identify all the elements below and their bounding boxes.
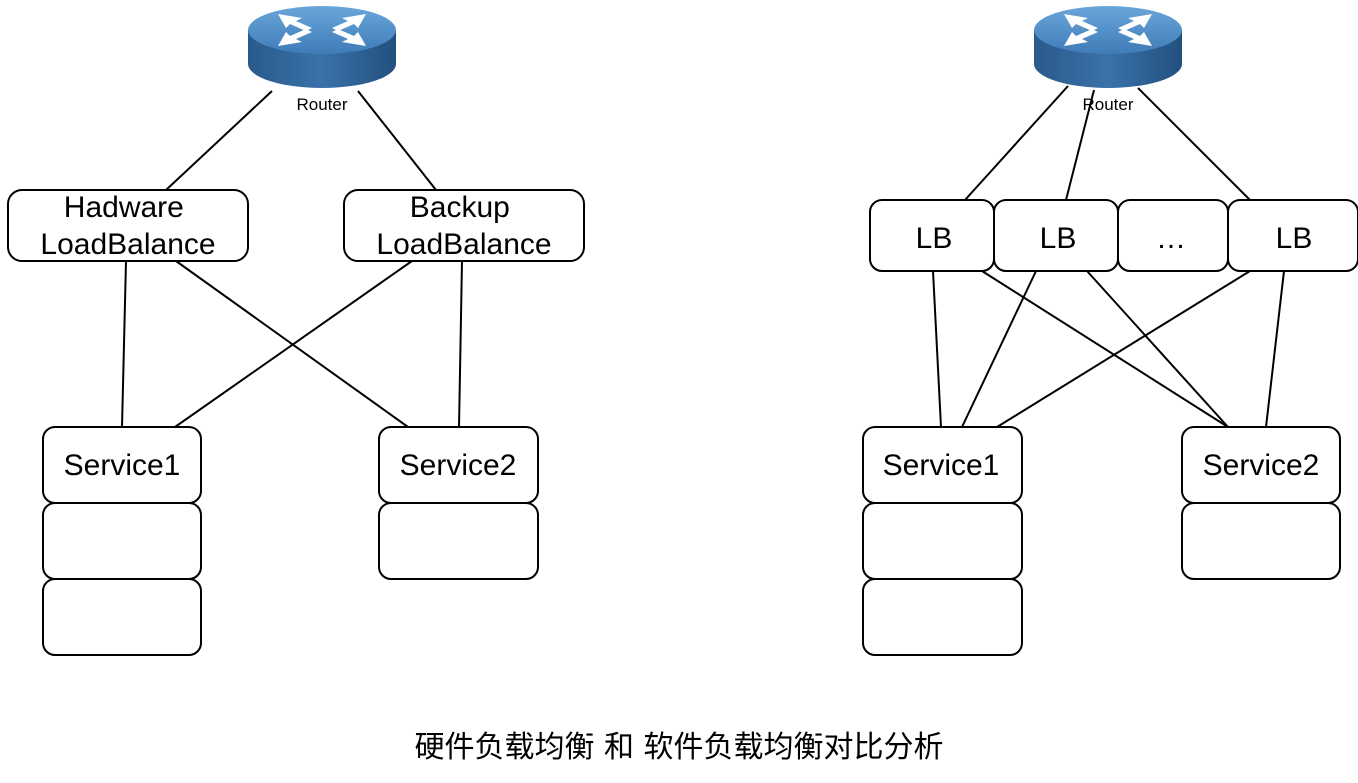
- link-lb1-service2: [981, 270, 1229, 428]
- router-icon: [1034, 6, 1182, 88]
- lb-box-1: LB: [869, 199, 995, 272]
- service2-label: Service2: [1203, 449, 1320, 482]
- link-lb3-service2: [1086, 270, 1229, 428]
- link-router-lb1: [964, 85, 1069, 201]
- link-lb4-service1: [996, 270, 1251, 428]
- service1-stack: Service1: [862, 426, 1023, 656]
- diagram-caption: 硬件负载均衡 和 软件负载均衡对比分析: [414, 730, 944, 765]
- hardware-lb-label-line2: LoadBalance: [40, 228, 215, 261]
- link-lb4-service2: [1265, 270, 1285, 428]
- service1-stack: Service1: [42, 426, 202, 656]
- hardware-lb-label-line1: Hadware: [64, 191, 184, 224]
- comparison-diagram: Router Hadware LoadBalance Backup LoadBa…: [7, 6, 1358, 656]
- lb-label: LB: [1276, 222, 1313, 255]
- link-lb1-service1: [932, 270, 942, 428]
- lb-label: LB: [916, 222, 953, 255]
- service2-stack: Service2: [1181, 426, 1341, 580]
- link-backup-lb-service2: [458, 260, 463, 428]
- link-router-lb4: [1137, 87, 1251, 201]
- backup-lb-label-line2: LoadBalance: [376, 228, 551, 261]
- service1-label: Service1: [883, 449, 1000, 482]
- link-router-primary-lb: [165, 90, 273, 191]
- router-label: Router: [296, 95, 347, 114]
- hardware-lb-diagram: Router Hadware LoadBalance Backup LoadBa…: [7, 6, 585, 656]
- lb-box-4: LB: [1227, 199, 1358, 272]
- router-label: Router: [1082, 95, 1133, 114]
- backup-loadbalance-box: Backup LoadBalance: [343, 189, 585, 262]
- link-primary-lb-service1: [121, 260, 127, 428]
- service1-label: Service1: [64, 449, 181, 482]
- backup-lb-label-line1: Backup: [410, 191, 510, 224]
- lb-box-ellipsis: …: [1117, 199, 1229, 272]
- link-router-backup-lb: [357, 90, 437, 191]
- lb-ellipsis-label: …: [1156, 222, 1186, 255]
- lb-box-2: LB: [993, 199, 1119, 272]
- software-lb-diagram: Router LB LB … LB Service1 Service2: [862, 6, 1358, 656]
- router-icon: [248, 6, 396, 88]
- lb-label: LB: [1040, 222, 1077, 255]
- service2-label: Service2: [400, 449, 517, 482]
- link-lb2-service1: [961, 270, 1037, 428]
- hardware-loadbalance-box: Hadware LoadBalance: [7, 189, 249, 262]
- service2-stack: Service2: [378, 426, 539, 580]
